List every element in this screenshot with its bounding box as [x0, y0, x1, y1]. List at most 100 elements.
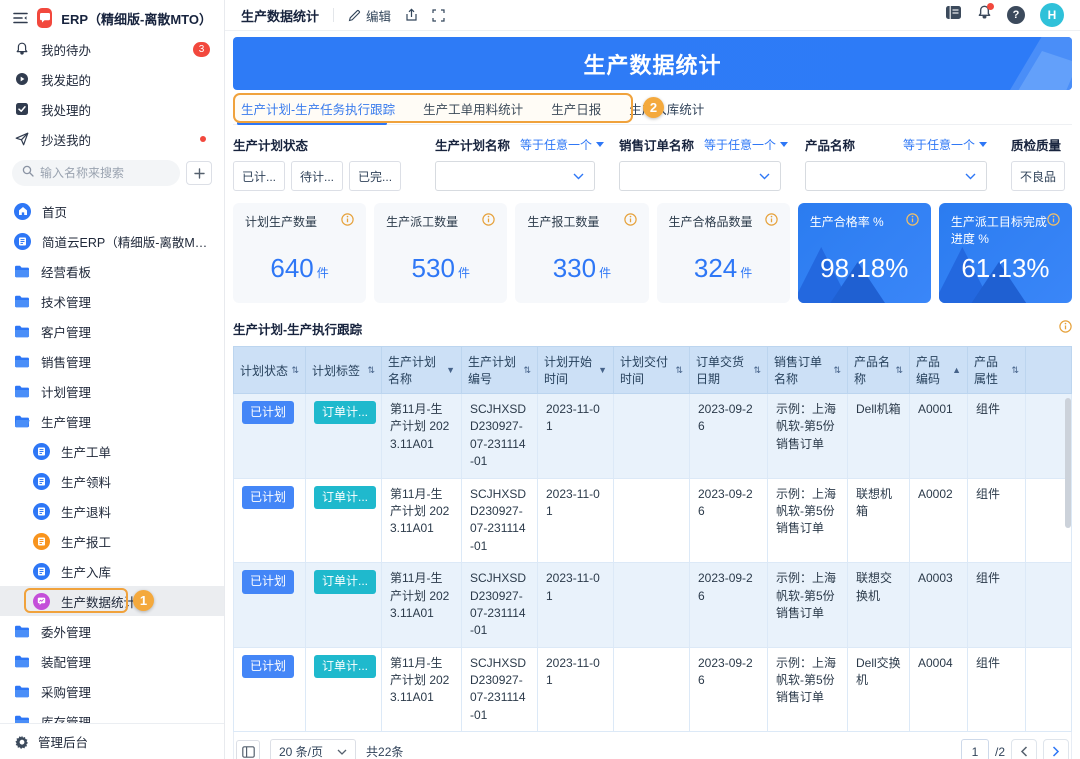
col-plan-tag[interactable]: 计划标签⇅	[306, 347, 382, 394]
prev-page-button[interactable]	[1011, 739, 1037, 759]
doc-icon	[33, 473, 50, 490]
sales-order-select[interactable]	[619, 161, 781, 191]
sidebar-item-my-processed[interactable]: 我处理的	[0, 94, 224, 124]
info-icon[interactable]	[1047, 213, 1060, 231]
next-page-button[interactable]	[1043, 739, 1069, 759]
sidebar-item-my-todo[interactable]: 我的待办 3	[0, 34, 224, 64]
filter-status-planned[interactable]: 已计...	[233, 161, 285, 191]
folder-icon	[14, 323, 30, 339]
stats-dashboard-icon	[33, 593, 50, 610]
col-product-attr[interactable]: 产品属性⇅	[968, 347, 1026, 394]
sidebar-item-jdy-erp[interactable]: 简道云ERP（精细版-离散MTO）「...	[0, 226, 224, 256]
sidebar-item-business-board[interactable]: 经营看板	[0, 256, 224, 286]
tag-badge: 订单计...	[314, 655, 376, 678]
bell-icon	[14, 41, 30, 57]
kpi-dispatch-target-progress: 生产派工目标完成进度 % 61.13%	[939, 203, 1072, 303]
col-plan-name[interactable]: 生产计划名称▼	[382, 347, 462, 394]
sidebar-item-inventory-mgmt[interactable]: 库存管理	[0, 706, 224, 723]
info-icon[interactable]	[624, 213, 637, 231]
sort-icon: ⇅	[753, 365, 761, 376]
filter-defective[interactable]: 不良品	[1011, 161, 1065, 191]
info-icon[interactable]	[765, 213, 778, 231]
sidebar-item-production-mgmt[interactable]: 生产管理	[0, 406, 224, 436]
sidebar-item-home[interactable]: 首页	[0, 196, 224, 226]
unread-dot	[200, 136, 206, 142]
product-name-select[interactable]	[805, 161, 987, 191]
operator-dropdown[interactable]: 等于任意一个	[903, 136, 987, 153]
sidebar-search[interactable]	[12, 160, 180, 186]
add-button[interactable]	[186, 161, 212, 185]
search-input[interactable]	[40, 166, 150, 180]
col-plan-code[interactable]: 生产计划编号⇅	[462, 347, 538, 394]
sidebar-item-sales-mgmt[interactable]: 销售管理	[0, 346, 224, 376]
table-row[interactable]: 已计划 订单计... 第11月-生产计划 2023.11A01 SCJHXSDD…	[234, 478, 1072, 563]
info-icon[interactable]	[482, 213, 495, 231]
report-doc-icon	[33, 533, 50, 550]
doc-icon	[33, 443, 50, 460]
sidebar-item-production-picking[interactable]: 生产领料	[0, 466, 224, 496]
filter-status-pending[interactable]: 待计...	[291, 161, 343, 191]
sidebar-item-tech-mgmt[interactable]: 技术管理	[0, 286, 224, 316]
table-row[interactable]: 已计划 订单计... 第11月-生产计划 2023.11A01 SCJHXSDD…	[234, 647, 1072, 732]
pencil-icon	[348, 9, 361, 22]
sidebar-item-production-inbound[interactable]: 生产入库	[0, 556, 224, 586]
info-icon[interactable]	[1059, 320, 1072, 338]
sidebar-item-assembly-mgmt[interactable]: 装配管理	[0, 646, 224, 676]
sidebar-item-plan-mgmt[interactable]: 计划管理	[0, 376, 224, 406]
sidebar-item-production-report[interactable]: 生产报工	[0, 526, 224, 556]
sidebar-item-production-data-stats[interactable]: 生产数据统计 1	[0, 586, 224, 616]
info-icon[interactable]	[341, 213, 354, 231]
dashboard-content: 生产数据统计 生产计划-生产任务执行跟踪 生产工单用料统计 生产日报 生产入库统…	[225, 31, 1080, 759]
column-settings-button[interactable]	[236, 740, 260, 759]
operator-dropdown[interactable]: 等于任意一个	[520, 136, 604, 153]
col-product-code[interactable]: 产品编码▲	[910, 347, 968, 394]
sidebar-item-customer-mgmt[interactable]: 客户管理	[0, 316, 224, 346]
edit-button[interactable]: 编辑	[348, 6, 391, 25]
collapse-sidebar-icon[interactable]	[12, 10, 28, 26]
notifications-button[interactable]	[977, 5, 992, 25]
plan-tracking-table-wrap: 计划状态⇅ 计划标签⇅ 生产计划名称▼ 生产计划编号⇅ 计划开始时间▼ 计划交付…	[233, 346, 1072, 732]
current-page-input[interactable]	[961, 739, 989, 759]
info-icon[interactable]	[906, 213, 919, 231]
sidebar-item-production-workorder[interactable]: 生产工单	[0, 436, 224, 466]
sidebar-item-outsourcing-mgmt[interactable]: 委外管理	[0, 616, 224, 646]
sidebar-item-label: 装配管理	[41, 652, 210, 671]
sidebar-item-production-return[interactable]: 生产退料	[0, 496, 224, 526]
sort-icon: ⇅	[833, 365, 841, 376]
table-row[interactable]: 已计划 订单计... 第11月-生产计划 2023.11A01 SCJHXSDD…	[234, 394, 1072, 479]
help-button[interactable]: ?	[1007, 6, 1025, 24]
tab-daily-report[interactable]: 生产日报	[551, 99, 601, 118]
fullscreen-button[interactable]	[432, 9, 445, 22]
col-filler	[1026, 347, 1072, 394]
col-order-date[interactable]: 订单交货日期⇅	[690, 347, 768, 394]
col-deliver-time[interactable]: 计划交付时间⇅	[614, 347, 690, 394]
sidebar-item-label: 生产领料	[61, 472, 210, 491]
col-sales-order[interactable]: 销售订单名称⇅	[768, 347, 848, 394]
operator-dropdown[interactable]: 等于任意一个	[704, 136, 788, 153]
caret-down-icon	[979, 142, 987, 147]
col-start-time[interactable]: 计划开始时间▼	[538, 347, 614, 394]
col-product-name[interactable]: 产品名称⇅	[848, 347, 910, 394]
plan-name-select[interactable]	[435, 161, 595, 191]
changelog-button[interactable]	[945, 5, 962, 25]
tab-plan-task-tracking[interactable]: 生产计划-生产任务执行跟踪	[241, 99, 395, 118]
filter-status-done[interactable]: 已完...	[349, 161, 401, 191]
table-row[interactable]: 已计划 订单计... 第11月-生产计划 2023.11A01 SCJHXSDD…	[234, 563, 1072, 648]
page-size-select[interactable]: 20 条/页	[270, 739, 356, 759]
kpi-reported-qty: 生产报工数量 330件	[515, 203, 648, 303]
tab-workorder-material-stats[interactable]: 生产工单用料统计	[423, 99, 523, 118]
table-scrollbar[interactable]	[1065, 398, 1071, 528]
admin-console[interactable]: 管理后台	[0, 723, 224, 759]
share-button[interactable]	[405, 8, 418, 22]
sidebar-item-my-initiated[interactable]: 我发起的	[0, 64, 224, 94]
annotation-number-1: 1	[133, 590, 154, 611]
folder-icon	[14, 653, 30, 669]
col-plan-status[interactable]: 计划状态⇅	[234, 347, 306, 394]
kpi-pass-rate: 生产合格率 % 98.18%	[798, 203, 931, 303]
avatar[interactable]: H	[1040, 3, 1064, 27]
sidebar-item-purchase-mgmt[interactable]: 采购管理	[0, 676, 224, 706]
folder-icon	[14, 293, 30, 309]
sidebar-search-row	[0, 154, 224, 194]
tab-inbound-stats[interactable]: 生产入库统计	[629, 99, 704, 118]
sidebar-item-cc-me[interactable]: 抄送我的	[0, 124, 224, 154]
